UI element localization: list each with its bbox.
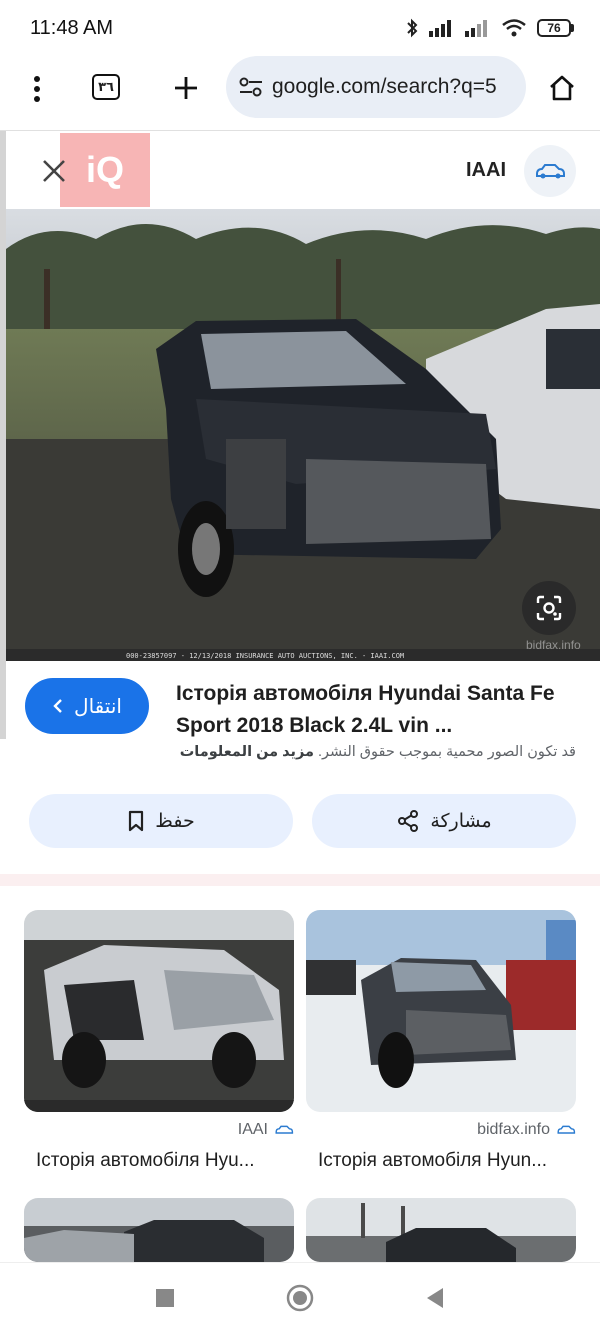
related-source-text: bidfax.info [477, 1121, 550, 1138]
battery-tip [571, 24, 574, 32]
viewer-header: iQ IAAI [0, 131, 600, 209]
related-source-text: IAAI [237, 1121, 268, 1138]
tab-count: ٣٦ [92, 74, 120, 100]
status-icons: 76 [405, 18, 574, 38]
home-circle-icon[interactable] [285, 1283, 315, 1313]
source-name[interactable]: IAAI [466, 159, 506, 182]
home-icon[interactable] [544, 70, 580, 106]
chevron-left-icon [53, 699, 62, 713]
car-icon [275, 1125, 294, 1134]
related-image[interactable] [306, 910, 576, 1112]
related-title[interactable]: Історія автомобіля Hyun... [318, 1150, 547, 1172]
related-card[interactable] [24, 1198, 294, 1262]
more-info-link[interactable]: مزيد من المعلومات [180, 744, 314, 760]
car-icon [557, 1125, 576, 1134]
visit-label: انتقال [74, 695, 122, 718]
related-card[interactable] [24, 910, 294, 1112]
related-card[interactable] [306, 910, 576, 1112]
car-icon[interactable] [524, 145, 576, 197]
result-title[interactable]: Історія автомобіля Hyundai Santa Fe Spor… [176, 678, 576, 742]
image-watermark: bidfax.info [526, 638, 581, 652]
damaged-car-photo: 000-23857097 - 12/13/2018 INSURANCE AUTO… [6, 209, 600, 661]
url-text: google.com/search?q=5 [272, 75, 497, 98]
battery-level: 76 [537, 19, 571, 37]
address-bar[interactable]: google.com/search?q=5 [226, 56, 526, 118]
related-source: IAAI [238, 1121, 294, 1139]
copyright-note: قد تكون الصور محمية بموجب حقوق النشر. مز… [180, 744, 576, 760]
lens-icon[interactable] [522, 581, 576, 635]
close-icon[interactable] [36, 153, 72, 189]
system-nav-bar [0, 1262, 600, 1333]
bookmark-icon [129, 810, 144, 832]
section-separator [0, 874, 600, 886]
recents-square-icon[interactable] [150, 1283, 180, 1313]
share-label: مشاركة [430, 810, 492, 832]
related-source: bidfax.info [477, 1121, 576, 1139]
save-button[interactable]: حفظ [29, 794, 293, 848]
share-icon [398, 810, 419, 832]
status-bar: 11:48 AM 76 [0, 0, 600, 56]
image-caption: 000-23857097 - 12/13/2018 INSURANCE AUTO… [126, 652, 404, 660]
wifi-icon [502, 19, 526, 37]
copyright-text: قد تكون الصور محمية بموجب حقوق النشر. [317, 744, 576, 760]
visit-button[interactable]: انتقال [25, 678, 149, 734]
signal-icon [429, 20, 451, 37]
save-label: حفظ [155, 810, 195, 832]
back-triangle-icon[interactable] [420, 1283, 450, 1313]
bluetooth-icon [407, 18, 418, 38]
battery-indicator: 76 [537, 19, 574, 37]
main-image[interactable]: 000-23857097 - 12/13/2018 INSURANCE AUTO… [6, 209, 600, 661]
browser-toolbar: ٣٦ google.com/search?q=5 [0, 56, 600, 122]
status-time: 11:48 AM [30, 16, 114, 39]
more-vert-icon[interactable] [22, 72, 52, 106]
plus-icon[interactable] [170, 72, 202, 104]
result-title-row: انتقال Історія автомобіля Hyundai Santa … [0, 672, 600, 744]
related-title[interactable]: Історія автомобіля Hyu... [36, 1150, 255, 1172]
signal-icon-2 [465, 20, 487, 37]
tune-icon[interactable] [238, 76, 264, 98]
related-card[interactable] [306, 1198, 576, 1262]
iq-watermark: iQ [60, 133, 150, 207]
tab-switcher-button[interactable]: ٣٦ [92, 74, 120, 100]
related-image[interactable] [24, 910, 294, 1112]
related-image[interactable] [24, 1198, 294, 1262]
related-image[interactable] [306, 1198, 576, 1262]
share-button[interactable]: مشاركة [312, 794, 576, 848]
